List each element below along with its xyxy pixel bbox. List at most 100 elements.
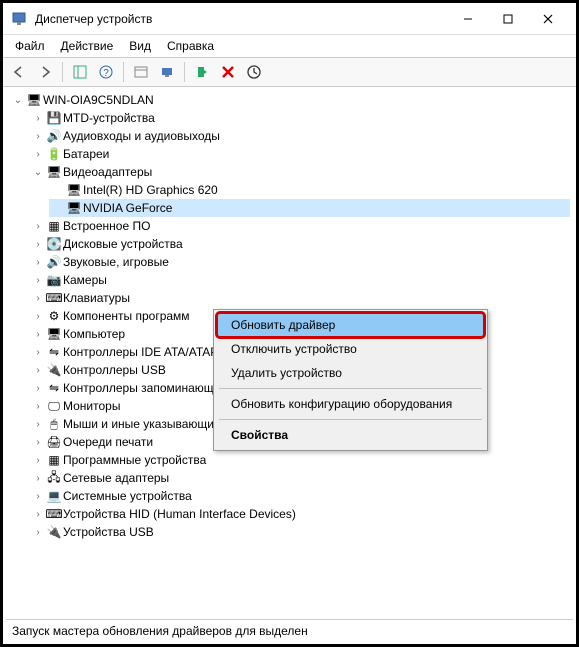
tree-category-label: Системные устройства bbox=[63, 489, 192, 503]
category-icon: 💻 bbox=[45, 489, 63, 503]
expand-icon[interactable]: › bbox=[31, 455, 45, 466]
scan-hardware-button[interactable] bbox=[155, 60, 179, 84]
tree-category-label: Устройства HID (Human Interface Devices) bbox=[63, 507, 296, 521]
category-icon: 🖥 bbox=[45, 165, 63, 179]
expand-icon[interactable]: › bbox=[31, 491, 45, 502]
expand-icon[interactable]: › bbox=[31, 131, 45, 142]
maximize-button[interactable] bbox=[488, 5, 528, 33]
uninstall-device-button[interactable] bbox=[216, 60, 240, 84]
expand-icon[interactable]: › bbox=[31, 113, 45, 124]
expand-icon[interactable]: › bbox=[31, 365, 45, 376]
toolbar-separator bbox=[184, 62, 185, 82]
menu-help[interactable]: Справка bbox=[159, 37, 222, 55]
tree-category-label: Очереди печати bbox=[63, 435, 153, 449]
expand-icon[interactable]: ⌄ bbox=[31, 167, 45, 178]
menu-view[interactable]: Вид bbox=[121, 37, 159, 55]
show-hide-tree-button[interactable] bbox=[68, 60, 92, 84]
menu-file[interactable]: Файл bbox=[7, 37, 53, 55]
tree-category-label: Мониторы bbox=[63, 399, 120, 413]
expand-icon[interactable]: › bbox=[31, 509, 45, 520]
category-icon: 🔊 bbox=[45, 255, 63, 269]
expand-icon[interactable]: › bbox=[31, 329, 45, 340]
tree-category-label: Устройства USB bbox=[63, 525, 154, 539]
display-adapter-icon: 🖥 bbox=[65, 201, 83, 215]
category-icon: ▦ bbox=[45, 453, 63, 467]
tree-device[interactable]: 🖥NVIDIA GeForce bbox=[49, 199, 570, 217]
category-icon: 🔌 bbox=[45, 525, 63, 539]
window-title: Диспетчер устройств bbox=[35, 12, 448, 26]
cm-properties[interactable]: Свойства bbox=[217, 423, 484, 447]
computer-icon: 🖥 bbox=[25, 93, 43, 107]
tree-category[interactable]: ›🔊Аудиовходы и аудиовыходы bbox=[29, 127, 570, 145]
expand-icon[interactable]: › bbox=[31, 419, 45, 430]
cm-scan-hardware[interactable]: Обновить конфигурацию оборудования bbox=[217, 392, 484, 416]
cm-disable-device[interactable]: Отключить устройство bbox=[217, 337, 484, 361]
tree-category[interactable]: ›💾MTD-устройства bbox=[29, 109, 570, 127]
category-icon: ⇋ bbox=[45, 381, 63, 395]
expand-icon[interactable]: › bbox=[31, 221, 45, 232]
tree-root-node[interactable]: ⌄🖥WIN-OIA9C5NDLAN bbox=[9, 91, 570, 109]
tree-root-label: WIN-OIA9C5NDLAN bbox=[43, 93, 154, 107]
tree-category[interactable]: ›▦Программные устройства bbox=[29, 451, 570, 469]
properties-button[interactable] bbox=[129, 60, 153, 84]
category-icon: 🖧 bbox=[45, 468, 63, 489]
device-tree[interactable]: ⌄🖥WIN-OIA9C5NDLAN›💾MTD-устройства›🔊Аудио… bbox=[3, 87, 576, 615]
update-driver-button[interactable] bbox=[242, 60, 266, 84]
forward-button[interactable] bbox=[33, 60, 57, 84]
tree-category[interactable]: ›▦Встроенное ПО bbox=[29, 217, 570, 235]
back-button[interactable] bbox=[7, 60, 31, 84]
cm-separator bbox=[219, 419, 482, 420]
tree-category-label: Видеоадаптеры bbox=[63, 165, 152, 179]
device-manager-icon bbox=[11, 11, 27, 27]
tree-category[interactable]: ›🔋Батареи bbox=[29, 145, 570, 163]
enable-device-button[interactable] bbox=[190, 60, 214, 84]
tree-category[interactable]: ›📷Камеры bbox=[29, 271, 570, 289]
expand-icon[interactable]: › bbox=[31, 149, 45, 160]
category-icon: ⚙ bbox=[45, 309, 63, 323]
category-icon: 🔋 bbox=[45, 147, 63, 161]
tree-category[interactable]: ›🖧Сетевые адаптеры bbox=[29, 469, 570, 487]
tree-category-label: Контроллеры USB bbox=[63, 363, 166, 377]
expand-icon[interactable]: › bbox=[31, 275, 45, 286]
tree-category[interactable]: ›💻Системные устройства bbox=[29, 487, 570, 505]
category-icon: ⌨ bbox=[45, 291, 63, 305]
cm-uninstall-device[interactable]: Удалить устройство bbox=[217, 361, 484, 385]
expand-icon[interactable]: › bbox=[31, 437, 45, 448]
category-icon: 🖨 bbox=[45, 435, 63, 449]
tree-category[interactable]: ›⌨Клавиатуры bbox=[29, 289, 570, 307]
tree-category-label: Компоненты программ bbox=[63, 309, 190, 323]
cm-update-driver[interactable]: Обновить драйвер bbox=[217, 313, 484, 337]
minimize-button[interactable] bbox=[448, 5, 488, 33]
tree-category[interactable]: ›🔌Устройства USB bbox=[29, 523, 570, 541]
toolbar: ? bbox=[3, 57, 576, 87]
category-icon: 🖵 bbox=[45, 399, 63, 414]
tree-category-label: Звуковые, игровые bbox=[63, 255, 169, 269]
tree-device[interactable]: 🖥Intel(R) HD Graphics 620 bbox=[49, 181, 570, 199]
expand-icon[interactable]: › bbox=[31, 257, 45, 268]
tree-category[interactable]: ›⌨Устройства HID (Human Interface Device… bbox=[29, 505, 570, 523]
close-button[interactable] bbox=[528, 5, 568, 33]
display-adapter-icon: 🖥 bbox=[65, 183, 83, 197]
expand-icon[interactable]: › bbox=[31, 527, 45, 538]
expand-icon[interactable]: › bbox=[31, 293, 45, 304]
tree-category[interactable]: ⌄🖥Видеоадаптеры bbox=[29, 163, 570, 181]
menu-action[interactable]: Действие bbox=[53, 37, 122, 55]
expand-icon[interactable]: › bbox=[31, 347, 45, 358]
expand-icon[interactable]: › bbox=[31, 311, 45, 322]
toolbar-separator bbox=[62, 62, 63, 82]
context-menu: Обновить драйвер Отключить устройство Уд… bbox=[213, 309, 488, 451]
category-icon: 💽 bbox=[45, 237, 63, 251]
cm-separator bbox=[219, 388, 482, 389]
category-icon: 🖱 bbox=[45, 417, 63, 432]
expand-icon[interactable]: ⌄ bbox=[11, 95, 25, 106]
help-icon[interactable]: ? bbox=[94, 60, 118, 84]
expand-icon[interactable]: › bbox=[31, 239, 45, 250]
expand-icon[interactable]: › bbox=[31, 401, 45, 412]
category-icon: 📷 bbox=[45, 273, 63, 287]
window-controls bbox=[448, 5, 568, 33]
tree-category[interactable]: ›💽Дисковые устройства bbox=[29, 235, 570, 253]
tree-category[interactable]: ›🔊Звуковые, игровые bbox=[29, 253, 570, 271]
expand-icon[interactable]: › bbox=[31, 473, 45, 484]
expand-icon[interactable]: › bbox=[31, 383, 45, 394]
tree-category-label: Камеры bbox=[63, 273, 107, 287]
